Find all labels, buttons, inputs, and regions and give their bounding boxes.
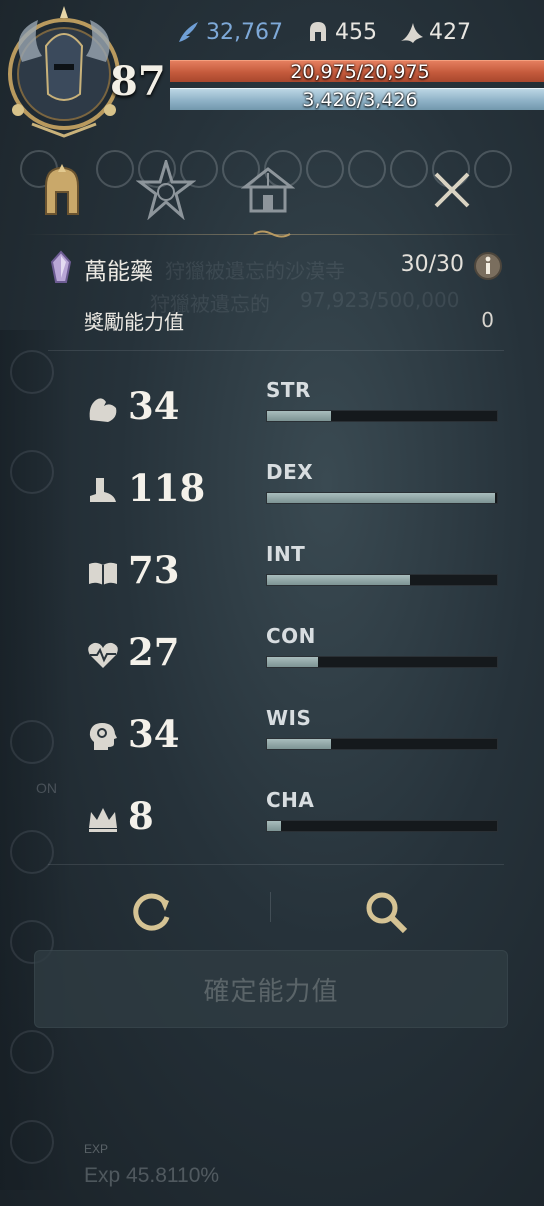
stat-row-wis[interactable]: 34 WIS — [86, 706, 498, 772]
bonus-stats-label: 獎勵能力值 — [84, 310, 184, 334]
stat-value: 34 — [128, 384, 180, 428]
reset-button[interactable] — [126, 886, 178, 938]
stat-bar — [266, 410, 498, 422]
character-level: 87 — [110, 58, 166, 105]
wing-count: 427 — [428, 19, 471, 45]
stat-value: 8 — [128, 794, 154, 838]
rail-icon-4[interactable] — [10, 830, 54, 874]
rail-icon-7[interactable] — [10, 1120, 54, 1164]
head-icon — [89, 723, 117, 750]
stat-value: 118 — [128, 466, 206, 510]
stat-name: DEX — [266, 460, 314, 484]
stat-name: CON — [266, 624, 316, 648]
stat-value: 34 — [128, 712, 180, 756]
stat-row-dex[interactable]: 118 DEX — [86, 460, 498, 526]
stat-bar-fill — [267, 821, 281, 831]
separator — [48, 864, 504, 865]
stat-bar-fill — [267, 493, 495, 503]
boot-icon — [90, 478, 116, 502]
helmet-tab-icon — [45, 164, 79, 215]
resource-feather[interactable]: 32,767 — [176, 19, 283, 45]
stat-name: CHA — [266, 788, 315, 812]
mp-bar: 3,426/3,426 — [170, 88, 544, 111]
stat-row-str[interactable]: 34 STR — [86, 378, 498, 444]
tab-close[interactable] — [422, 160, 482, 220]
close-icon — [434, 172, 470, 208]
auto-toggle-label[interactable]: ON — [36, 780, 57, 796]
left-rail — [0, 330, 70, 1190]
hp-text: 20,975/20,975 — [290, 61, 430, 83]
shrine-icon — [241, 167, 295, 213]
confirm-stats-button[interactable]: 確定能力值 — [34, 950, 508, 1028]
rail-icon-2[interactable] — [10, 450, 54, 494]
helmet-icon — [309, 22, 326, 41]
stat-row-cha[interactable]: 8 CHA — [86, 788, 498, 854]
crown-icon — [89, 808, 117, 832]
separator — [48, 350, 504, 351]
tab-badge[interactable] — [136, 160, 196, 220]
rail-icon-1[interactable] — [10, 350, 54, 394]
confirm-stats-label: 確定能力值 — [203, 976, 339, 1007]
resource-bar: 32,767 455 427 — [176, 14, 493, 50]
reset-icon — [133, 893, 170, 931]
resource-wing[interactable]: 427 — [399, 19, 471, 45]
stat-bar-fill — [267, 739, 332, 749]
stat-name: STR — [266, 378, 311, 402]
book-icon — [89, 562, 117, 585]
star-badge-icon — [136, 160, 196, 220]
divider-ornament-icon — [253, 230, 291, 238]
stat-bar — [266, 820, 498, 832]
stat-name: WIS — [266, 706, 312, 730]
bonus-stats-value: 0 — [481, 308, 494, 332]
heart-pulse-icon — [88, 642, 118, 668]
info-icon[interactable] — [474, 252, 502, 280]
tab-stats[interactable] — [30, 160, 90, 220]
stat-bar-fill — [267, 411, 332, 421]
actions-divider — [270, 892, 271, 922]
stat-bar-fill — [267, 657, 318, 667]
stat-row-con[interactable]: 27 CON — [86, 624, 498, 690]
stat-value: 73 — [128, 548, 180, 592]
stat-value: 27 — [128, 630, 180, 674]
resource-helmet[interactable]: 455 — [305, 19, 377, 45]
stat-bar — [266, 574, 498, 586]
stat-actions — [48, 878, 504, 940]
exp-value: Exp 45.8110% — [84, 1164, 220, 1187]
rail-icon-3[interactable] — [10, 720, 54, 764]
rail-icon-6[interactable] — [10, 1030, 54, 1074]
helmet-count: 455 — [334, 19, 377, 45]
magnifier-icon — [366, 892, 408, 934]
stat-bar — [266, 738, 498, 750]
feather-icon — [179, 22, 198, 42]
wing-icon — [400, 23, 423, 43]
hp-bar: 20,975/20,975 — [170, 60, 544, 83]
elixir-count: 30/30 — [400, 252, 464, 277]
elixir-label: 萬能藥 — [84, 259, 153, 285]
stat-name: INT — [266, 542, 306, 566]
stat-bar-fill — [267, 575, 410, 585]
feather-count: 32,767 — [206, 19, 283, 45]
mp-text: 3,426/3,426 — [302, 89, 418, 111]
elixir-row: 萬能藥 30/30 — [48, 250, 504, 286]
elixir-crystal-icon — [50, 250, 72, 283]
exp-label: EXP — [84, 1142, 109, 1156]
tab-shrine[interactable] — [238, 160, 298, 220]
arm-icon — [89, 398, 117, 422]
search-button[interactable] — [360, 886, 412, 938]
bonus-stats-row: 獎勵能力值 0 — [84, 306, 494, 336]
stat-bar — [266, 656, 498, 668]
stat-row-int[interactable]: 73 INT — [86, 542, 498, 608]
character-tabs — [30, 160, 510, 226]
stat-bar — [266, 492, 498, 504]
